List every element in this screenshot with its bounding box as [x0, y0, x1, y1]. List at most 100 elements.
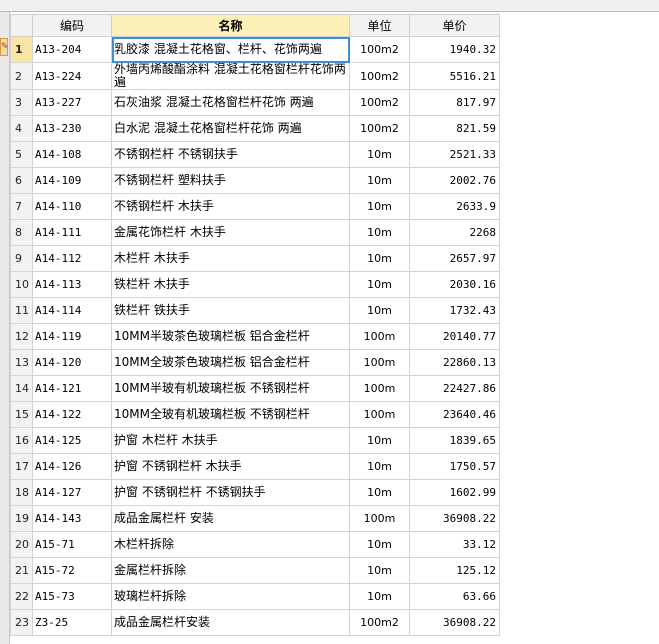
code-cell[interactable]: A15-73 — [32, 583, 112, 610]
name-cell[interactable]: 护窗 不锈钢栏杆 木扶手 — [111, 453, 350, 480]
name-cell[interactable]: 铁栏杆 铁扶手 — [111, 297, 350, 324]
row-number[interactable]: 23 — [10, 609, 33, 636]
name-cell[interactable]: 外墙丙烯酸酯涂料 混凝土花格窗栏杆花饰两遍 — [111, 62, 350, 90]
name-cell[interactable]: 成品金属栏杆安装 — [111, 609, 350, 636]
name-cell[interactable]: 护窗 木栏杆 木扶手 — [111, 427, 350, 454]
name-cell[interactable]: 金属栏杆拆除 — [111, 557, 350, 584]
price-cell[interactable]: 22427.86 — [409, 375, 500, 402]
code-cell[interactable]: A13-204 — [32, 36, 112, 63]
name-cell[interactable]: 不锈钢栏杆 不锈钢扶手 — [111, 141, 350, 168]
name-cell[interactable]: 石灰油浆 混凝土花格窗栏杆花饰 两遍 — [111, 89, 350, 116]
price-cell[interactable]: 36908.22 — [409, 609, 500, 636]
column-header-code[interactable]: 编码 — [32, 14, 112, 37]
name-cell[interactable]: 10MM全玻有机玻璃栏板 不锈钢栏杆 — [111, 401, 350, 428]
table-row[interactable]: 13 A14-120 10MM全玻茶色玻璃栏板 铝合金栏杆 100m 22860.13 — [10, 349, 500, 376]
row-number[interactable]: 7 — [10, 193, 33, 220]
name-cell[interactable]: 不锈钢栏杆 塑料扶手 — [111, 167, 350, 194]
table-row[interactable]: 19 A14-143 成品金属栏杆 安装 100m 36908.22 — [10, 505, 500, 532]
table-row[interactable]: 7 A14-110 不锈钢栏杆 木扶手 10m 2633.9 — [10, 193, 500, 220]
unit-cell[interactable]: 10m — [349, 557, 410, 584]
code-cell[interactable]: A14-122 — [32, 401, 112, 428]
table-row[interactable]: 20 A15-71 木栏杆拆除 10m 33.12 — [10, 531, 500, 558]
code-cell[interactable]: A13-227 — [32, 89, 112, 116]
table-row[interactable]: 16 A14-125 护窗 木栏杆 木扶手 10m 1839.65 — [10, 427, 500, 454]
table-row[interactable]: 1 A13-204 乳胶漆 混凝土花格窗、栏杆、花饰两遍 100m2 1940.32 — [10, 36, 500, 63]
row-number[interactable]: 3 — [10, 89, 33, 116]
code-cell[interactable]: A14-121 — [32, 375, 112, 402]
code-cell[interactable]: A14-120 — [32, 349, 112, 376]
price-cell[interactable]: 1940.32 — [409, 36, 500, 63]
price-cell[interactable]: 125.12 — [409, 557, 500, 584]
code-cell[interactable]: A14-108 — [32, 141, 112, 168]
row-number[interactable]: 18 — [10, 479, 33, 506]
unit-cell[interactable]: 10m — [349, 531, 410, 558]
name-cell[interactable]: 木栏杆拆除 — [111, 531, 350, 558]
table-row[interactable]: 15 A14-122 10MM全玻有机玻璃栏板 不锈钢栏杆 100m 23640.46 — [10, 401, 500, 428]
price-cell[interactable]: 1839.65 — [409, 427, 500, 454]
code-cell[interactable]: A14-119 — [32, 323, 112, 350]
column-header-unit[interactable]: 单位 — [349, 14, 410, 37]
price-cell[interactable]: 63.66 — [409, 583, 500, 610]
price-cell[interactable]: 1732.43 — [409, 297, 500, 324]
name-cell[interactable]: 金属花饰栏杆 木扶手 — [111, 219, 350, 246]
unit-cell[interactable]: 10m — [349, 141, 410, 168]
row-number[interactable]: 1 — [10, 36, 33, 63]
column-header-name[interactable]: 名称 — [111, 14, 350, 37]
row-number[interactable]: 16 — [10, 427, 33, 454]
name-cell[interactable]: 铁栏杆 木扶手 — [111, 271, 350, 298]
table-row[interactable]: 9 A14-112 木栏杆 木扶手 10m 2657.97 — [10, 245, 500, 272]
edit-icon[interactable]: ✎ — [0, 38, 8, 56]
table-row[interactable]: 11 A14-114 铁栏杆 铁扶手 10m 1732.43 — [10, 297, 500, 324]
name-cell[interactable]: 成品金属栏杆 安装 — [111, 505, 350, 532]
unit-cell[interactable]: 100m — [349, 349, 410, 376]
row-number[interactable]: 17 — [10, 453, 33, 480]
price-cell[interactable]: 5516.21 — [409, 62, 500, 90]
price-cell[interactable]: 2002.76 — [409, 167, 500, 194]
unit-cell[interactable]: 10m — [349, 427, 410, 454]
table-row[interactable]: 14 A14-121 10MM半玻有机玻璃栏板 不锈钢栏杆 100m 22427.86 — [10, 375, 500, 402]
code-cell[interactable]: A15-71 — [32, 531, 112, 558]
row-number[interactable]: 6 — [10, 167, 33, 194]
unit-cell[interactable]: 100m — [349, 505, 410, 532]
row-number[interactable]: 4 — [10, 115, 33, 142]
code-cell[interactable]: A14-143 — [32, 505, 112, 532]
price-cell[interactable]: 821.59 — [409, 115, 500, 142]
table-row[interactable]: 10 A14-113 铁栏杆 木扶手 10m 2030.16 — [10, 271, 500, 298]
unit-cell[interactable]: 100m2 — [349, 36, 410, 63]
row-number[interactable]: 22 — [10, 583, 33, 610]
unit-cell[interactable]: 100m — [349, 375, 410, 402]
price-cell[interactable]: 2657.97 — [409, 245, 500, 272]
code-cell[interactable]: A13-230 — [32, 115, 112, 142]
code-cell[interactable]: A14-110 — [32, 193, 112, 220]
unit-cell[interactable]: 10m — [349, 479, 410, 506]
price-cell[interactable]: 20140.77 — [409, 323, 500, 350]
name-cell[interactable]: 护窗 不锈钢栏杆 不锈钢扶手 — [111, 479, 350, 506]
row-number[interactable]: 2 — [10, 62, 33, 90]
code-cell[interactable]: A14-111 — [32, 219, 112, 246]
unit-cell[interactable]: 10m — [349, 245, 410, 272]
unit-cell[interactable]: 10m — [349, 271, 410, 298]
row-number[interactable]: 5 — [10, 141, 33, 168]
row-number[interactable]: 15 — [10, 401, 33, 428]
price-cell[interactable]: 1750.57 — [409, 453, 500, 480]
table-row[interactable]: 23 Z3-25 成品金属栏杆安装 100m2 36908.22 — [10, 609, 500, 636]
unit-cell[interactable]: 10m — [349, 453, 410, 480]
price-cell[interactable]: 2633.9 — [409, 193, 500, 220]
table-row[interactable]: 8 A14-111 金属花饰栏杆 木扶手 10m 2268 — [10, 219, 500, 246]
name-cell[interactable]: 乳胶漆 混凝土花格窗、栏杆、花饰两遍 — [111, 36, 350, 63]
unit-cell[interactable]: 100m — [349, 323, 410, 350]
code-cell[interactable]: A14-112 — [32, 245, 112, 272]
table-row[interactable]: 6 A14-109 不锈钢栏杆 塑料扶手 10m 2002.76 — [10, 167, 500, 194]
row-number[interactable]: 20 — [10, 531, 33, 558]
price-cell[interactable]: 36908.22 — [409, 505, 500, 532]
name-cell[interactable]: 玻璃栏杆拆除 — [111, 583, 350, 610]
row-number[interactable]: 10 — [10, 271, 33, 298]
row-number[interactable]: 8 — [10, 219, 33, 246]
code-cell[interactable]: A15-72 — [32, 557, 112, 584]
name-cell[interactable]: 10MM半玻有机玻璃栏板 不锈钢栏杆 — [111, 375, 350, 402]
price-cell[interactable]: 23640.46 — [409, 401, 500, 428]
table-row[interactable]: 21 A15-72 金属栏杆拆除 10m 125.12 — [10, 557, 500, 584]
name-cell[interactable]: 10MM半玻茶色玻璃栏板 铝合金栏杆 — [111, 323, 350, 350]
code-cell[interactable]: A14-125 — [32, 427, 112, 454]
code-cell[interactable]: A13-224 — [32, 62, 112, 90]
